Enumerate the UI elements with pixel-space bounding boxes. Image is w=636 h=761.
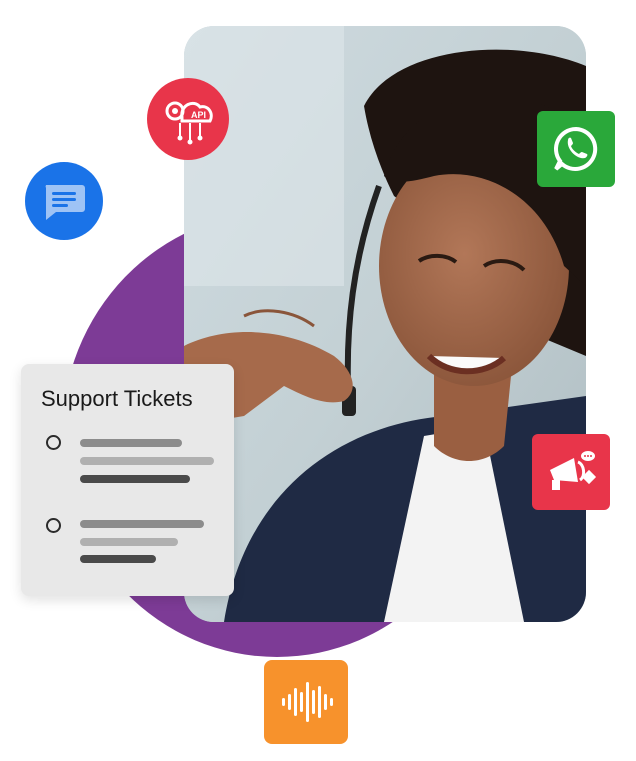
ticket-list-item[interactable] [21, 518, 234, 578]
ticket-line-placeholder [80, 439, 182, 447]
ticket-line-placeholder [80, 457, 214, 465]
api-gear-cloud-icon[interactable]: API [147, 78, 229, 160]
ticket-line-placeholder [80, 555, 156, 563]
support-tickets-title: Support Tickets [41, 386, 193, 411]
ticket-line-placeholder [80, 520, 204, 528]
ticket-list-item[interactable] [21, 435, 234, 495]
ticket-radio-button[interactable] [46, 518, 61, 533]
ticket-line-placeholder [80, 475, 190, 483]
hero-illustration: API Support Tickets [0, 0, 636, 761]
ticket-radio-button[interactable] [46, 435, 61, 450]
chat-message-icon[interactable] [25, 162, 103, 240]
svg-text:API: API [191, 110, 206, 120]
agent-photo [184, 26, 586, 622]
sound-wave-icon[interactable] [264, 660, 348, 744]
whatsapp-icon[interactable] [537, 111, 615, 187]
ticket-line-placeholder [80, 538, 178, 546]
support-tickets-card: Support Tickets [21, 364, 234, 596]
megaphone-icon[interactable] [532, 434, 610, 510]
